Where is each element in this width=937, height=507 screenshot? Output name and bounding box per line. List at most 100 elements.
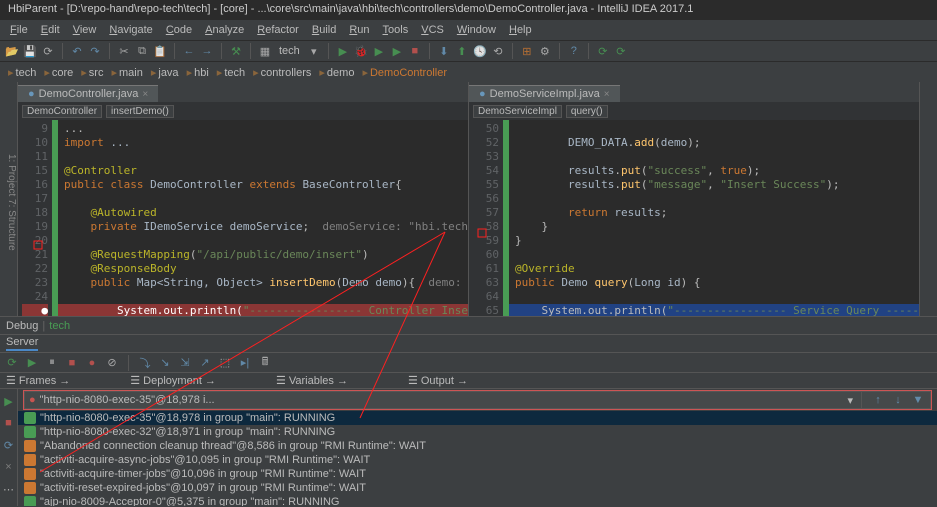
editor-bc-chip[interactable]: query() [566,105,608,118]
code-line[interactable]: public Demo query(Long id) { [509,276,919,290]
line-number[interactable]: 18 [22,206,48,220]
dropdown-icon[interactable]: ▾ [306,43,322,59]
thread-selector[interactable]: ● "http-nio-8080-exec-35"@18,978 i... ▾ … [24,391,931,409]
next-frame-icon[interactable]: ↓ [890,392,906,408]
line-number[interactable]: 20 [22,234,48,248]
step-over-icon[interactable]: ⤵ [137,355,153,371]
dbg-more-icon[interactable]: ⋯ [1,481,17,497]
redo-icon[interactable]: ↷ [87,43,103,59]
copy-icon[interactable]: ⧉ [134,43,150,59]
build-icon[interactable]: ⚒ [228,43,244,59]
line-number[interactable]: 61 [473,262,499,276]
thread-row[interactable]: "activiti-reset-expired-jobs"@10,097 in … [18,481,937,495]
vcs-update-icon[interactable]: ⬇ [436,43,452,59]
line-number[interactable]: 50 [473,122,499,136]
cut-icon[interactable]: ✂ [116,43,132,59]
editor-bc-chip[interactable]: DemoServiceImpl [473,105,562,118]
dbg-run-icon[interactable]: ▶ [1,393,17,409]
code-line[interactable]: @Autowired [58,206,468,220]
line-number[interactable]: 65 [473,304,499,316]
line-number[interactable]: 22 [22,262,48,276]
runconf-icon[interactable]: ▦ [257,43,273,59]
step-out-icon[interactable]: ↗ [197,355,213,371]
code-line[interactable]: } [509,234,919,248]
close-icon[interactable]: × [142,89,148,100]
breadcrumb-item[interactable]: ▸main [107,66,146,79]
code-line[interactable]: System.out.println("----------------- Se… [509,304,919,316]
code-line[interactable]: DEMO_DATA.add(demo); [509,136,919,150]
menu-item[interactable]: Analyze [199,22,250,38]
filter-icon[interactable]: ▼ [910,392,926,408]
force-step-icon[interactable]: ⇲ [177,355,193,371]
code-line[interactable]: public class DemoController extends Base… [58,178,468,192]
code-line[interactable] [58,192,468,206]
paste-icon[interactable]: 📋 [152,43,168,59]
open-icon[interactable]: 📂 [4,43,20,59]
line-number[interactable]: 59 [473,234,499,248]
breadcrumb-item[interactable]: ▸java [147,66,183,79]
line-number[interactable]: 56 [473,192,499,206]
code-line[interactable]: return results; [509,206,919,220]
sync-icon[interactable]: ⟳ [40,43,56,59]
help-icon[interactable]: ? [566,43,582,59]
menu-item[interactable]: File [4,22,34,38]
vcs-revert-icon[interactable]: ⟲ [490,43,506,59]
line-number[interactable]: 11 [22,150,48,164]
breadcrumb-item[interactable]: ▸tech [4,66,40,79]
run-to-cursor-icon[interactable]: ▸| [237,355,253,371]
thread-row[interactable]: "http-nio-8080-exec-35"@18,978 in group … [18,411,937,425]
sdk-icon[interactable]: ⚙ [537,43,553,59]
tool-strip-left[interactable]: 1: Project 7: Structure [0,82,18,316]
menu-item[interactable]: Build [306,22,342,38]
vcs-history-icon[interactable]: 🕓 [472,43,488,59]
thread-row[interactable]: "ajp-nio-8009-Acceptor-0"@5,375 in group… [18,495,937,506]
debug-icon[interactable]: 🐞 [353,43,369,59]
code-line[interactable]: import ... [58,136,468,150]
line-number[interactable]: 52 [473,136,499,150]
dropdown-icon[interactable]: ▾ [847,394,853,407]
step-into-icon[interactable]: ↘ [157,355,173,371]
thread-row[interactable]: "Abandoned connection cleanup thread"@8,… [18,439,937,453]
code-line[interactable] [509,192,919,206]
code-line[interactable] [58,150,468,164]
line-number[interactable]: 17 [22,192,48,206]
line-number[interactable]: 23 [22,276,48,290]
editor-bc-chip[interactable]: DemoController [22,105,102,118]
line-number[interactable]: 64 [473,290,499,304]
code-line[interactable]: System.out.println("----------------- Co… [58,304,468,316]
line-number[interactable]: 58 [473,220,499,234]
breadcrumb-item[interactable]: ▸demo [315,66,358,79]
thread-row[interactable]: "activiti-acquire-timer-jobs"@10,096 in … [18,467,937,481]
breadcrumb-item[interactable]: ▸src [77,66,107,79]
vcs-commit-icon[interactable]: ⬆ [454,43,470,59]
code-line[interactable] [509,290,919,304]
save-icon[interactable]: 💾 [22,43,38,59]
line-number[interactable]: 15 [22,164,48,178]
debug-section-tab[interactable]: ☰ Deployment → [130,374,216,387]
mute-bkpt-icon[interactable]: ⊘ [104,355,120,371]
line-number[interactable]: 63 [473,276,499,290]
jrebel-icon[interactable]: ⟳ [595,43,611,59]
code-line[interactable]: private IDemoService demoService; demoSe… [58,220,468,234]
line-number[interactable]: 57 [473,206,499,220]
line-number[interactable]: 10 [22,136,48,150]
dbg-x-icon[interactable]: × [1,459,17,475]
evaluate-icon[interactable]: 🖩 [257,355,273,371]
code-line[interactable] [58,290,468,304]
stop-icon[interactable]: ■ [64,355,80,371]
code-line[interactable]: results.put("success", true); [509,164,919,178]
runconf-select[interactable]: tech [275,45,304,57]
debug-section-tab[interactable]: ☰ Output → [408,374,468,387]
code-line[interactable]: } [509,220,919,234]
code-line[interactable]: @RequestMapping("/api/public/demo/insert… [58,248,468,262]
close-icon[interactable]: × [604,89,610,100]
menu-item[interactable]: Help [503,22,538,38]
code-editor[interactable]: 5052535455565758596061636465666768697071… [469,120,919,316]
line-number[interactable]: 21 [22,248,48,262]
menu-item[interactable]: Run [343,22,375,38]
line-number[interactable]: ● 25 [22,304,48,316]
menu-item[interactable]: Tools [377,22,415,38]
debug-tab-server[interactable]: Server [6,336,38,351]
debug-section-tab[interactable]: ☰ Variables → [276,374,348,387]
back-icon[interactable]: ← [181,43,197,59]
